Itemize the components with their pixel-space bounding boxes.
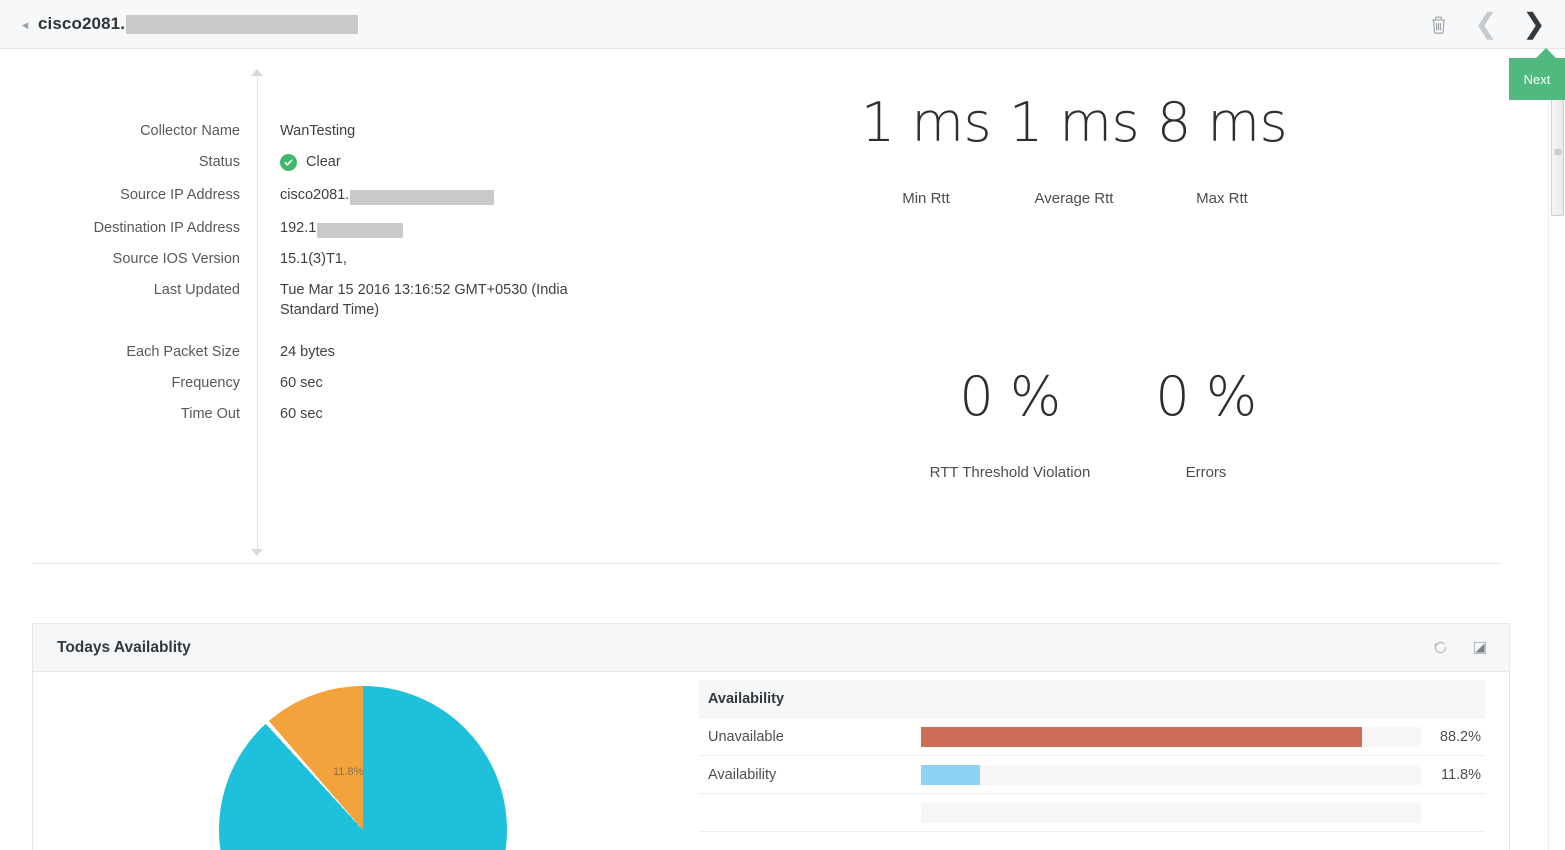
back-caret-icon[interactable]: ◂ [12,18,38,31]
property-list: Collector Name WanTesting Status Clear S… [32,69,632,559]
chevron-right-icon[interactable]: ❯ [1519,9,1549,39]
percent-metric-row: 0 % RTT Threshold Violation 0 % Errors [905,369,1297,481]
top-header-bar: ◂ cisco2081. ❮ ❯ [0,0,1565,49]
row-label: Availability [708,766,777,783]
property-label: Status [198,154,240,170]
destination-ip-text: 192.1 [280,220,317,236]
history-refresh-icon[interactable] [1429,637,1451,659]
row-bar-track [921,802,1421,823]
property-value: 192.1 [280,218,404,238]
scrollbar-thumb[interactable] [1551,88,1564,216]
property-label: Last Updated [153,282,240,298]
table-row-partial [699,794,1485,832]
metric-max-rtt: 8 ms Max Rtt [1148,95,1296,207]
source-ip-text: cisco2081. [280,187,350,203]
metric-caption: Average Rtt [1034,190,1114,208]
property-row-frequency: Frequency 60 sec [32,373,632,393]
status-badge: Clear [306,154,341,170]
property-row-source-ip: Source IP Address cisco2081. [32,185,632,205]
property-row-timeout: Time Out 60 sec [32,404,632,424]
property-value: 15.1(3)T1, [280,251,347,267]
resize-icon[interactable] [1469,637,1491,659]
rtt-metric-row: 1 ms Min Rtt 1 ms Average Rtt 8 ms Max R… [852,95,1296,207]
table-row: Unavailable 88.2% [699,718,1485,756]
property-row-packet-size: Each Packet Size 24 bytes [32,342,632,362]
property-value: 60 sec [280,406,323,422]
metric-value: 0 % [959,365,1061,428]
metric-average-rtt: 1 ms Average Rtt [1000,95,1148,207]
property-label: Destination IP Address [93,220,240,236]
pie-slice-label: 11.8% [333,766,364,778]
row-label: Unavailable [708,728,784,745]
property-value: 24 bytes [280,344,335,360]
metric-rtt-threshold-violation: 0 % RTT Threshold Violation [905,369,1115,481]
collector-detail-page: ◂ cisco2081. ❮ ❯ Next Collector Name Wan… [0,0,1565,850]
property-value: Tue Mar 15 2016 13:16:52 GMT+0530 (India… [280,282,568,318]
row-bar-track [921,726,1421,747]
property-label: Source IP Address [120,187,240,203]
metric-value: 8 ms [1156,91,1288,154]
section-divider [32,563,1500,564]
trash-icon[interactable] [1423,9,1453,39]
todays-availability-panel: Todays Availablity 11.8% Availability Un… [32,623,1510,850]
page-title: cisco2081. [38,14,359,34]
panel-title: Todays Availablity [57,638,191,656]
metric-value: 1 ms [860,91,992,154]
metric-caption: Max Rtt [1196,190,1248,208]
check-circle-icon [280,153,297,171]
property-label: Collector Name [140,123,240,139]
redacted-hostname [126,14,359,34]
header-actions: ❮ ❯ [1423,9,1565,39]
metric-caption: Min Rtt [902,190,950,208]
scroll-down-arrow-icon[interactable] [251,549,263,556]
property-value: WanTesting [280,123,356,139]
metric-caption: RTT Threshold Violation [929,464,1091,482]
property-row-collector-name: Collector Name WanTesting [32,121,632,141]
redacted-destination-ip [317,222,404,238]
scrollbar-grip-icon [1554,149,1561,156]
next-tooltip[interactable]: Next [1509,48,1565,100]
page-scrollbar[interactable] [1548,49,1565,850]
panel-header-actions [1429,637,1491,659]
row-percent: 11.8% [1440,766,1481,783]
next-tooltip-label: Next [1523,71,1551,87]
property-row-status: Status Clear [32,152,632,172]
availability-table: Availability Unavailable 88.2% Availabil… [699,680,1485,832]
property-row-ios-version: Source IOS Version 15.1(3)T1, [32,249,632,269]
property-value: Clear [280,152,341,172]
property-label: Time Out [180,406,240,422]
availability-header-label: Availability [708,690,785,707]
property-value: 60 sec [280,375,323,391]
property-row-destination-ip: Destination IP Address 192.1 [32,218,632,238]
table-row: Availability 11.8% [699,756,1485,794]
metric-caption: Errors [1185,464,1227,482]
metric-errors: 0 % Errors [1115,369,1297,481]
metric-value: 1 ms [1008,91,1140,154]
chevron-left-icon[interactable]: ❮ [1471,9,1501,39]
details-section: Collector Name WanTesting Status Clear S… [0,49,1532,563]
metric-min-rtt: 1 ms Min Rtt [852,95,1000,207]
property-row-last-updated: Last Updated Tue Mar 15 2016 13:16:52 GM… [32,280,632,320]
metric-value: 0 % [1155,365,1257,428]
metric-tiles: 1 ms Min Rtt 1 ms Average Rtt 8 ms Max R… [700,69,1510,539]
row-bar-track [921,764,1421,785]
redacted-source-ip [350,189,495,205]
property-value: cisco2081. [280,185,495,205]
panel-header: Todays Availablity [33,624,1509,672]
availability-pie-chart: 11.8% [219,686,507,850]
row-percent: 88.2% [1439,728,1481,745]
property-label: Source IOS Version [112,251,240,267]
scroll-up-arrow-icon[interactable] [251,69,263,76]
page-title-text: cisco2081. [38,14,126,33]
panel-body: 11.8% Availability Unavailable 88.2% Ava… [33,672,1509,850]
property-label: Frequency [171,375,240,391]
property-label: Each Packet Size [126,344,240,360]
row-bar-fill [921,726,1362,747]
row-bar-fill [921,764,980,785]
availability-table-header: Availability [699,680,1485,718]
